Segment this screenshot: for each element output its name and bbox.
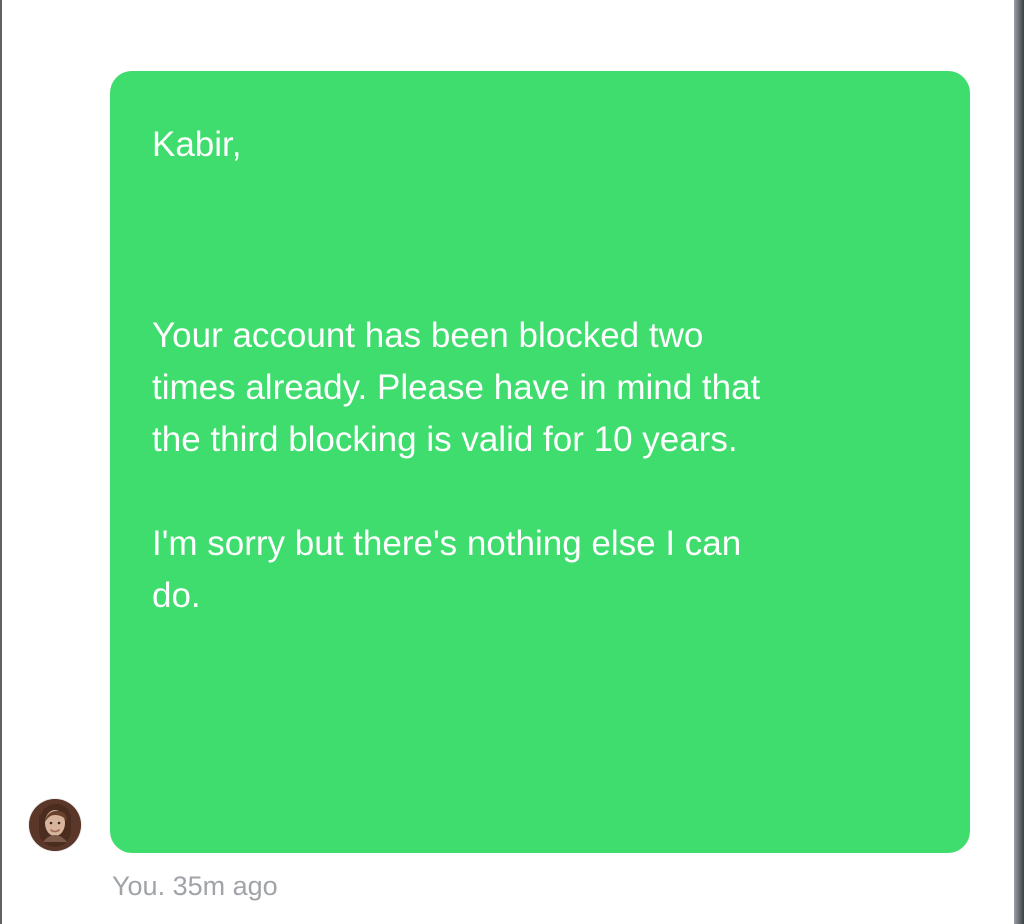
message-line: times already. Please have in mind that bbox=[152, 368, 761, 407]
message-bubble: Kabir, Your account has been blocked two… bbox=[110, 71, 970, 853]
left-frame-edge bbox=[0, 0, 2, 924]
message-line: do. bbox=[152, 576, 201, 615]
message-line: the third blocking is valid for 10 years… bbox=[152, 420, 738, 459]
message-paragraph-warning: Your account has been blocked two times … bbox=[152, 310, 930, 466]
message-paragraph-apology: I'm sorry but there's nothing else I can… bbox=[152, 518, 930, 622]
profile-avatar-svg bbox=[29, 799, 81, 851]
message-line: I'm sorry but there's nothing else I can bbox=[152, 524, 742, 563]
message-timestamp: You. 35m ago bbox=[112, 871, 278, 901]
profile-avatar-icon bbox=[29, 799, 81, 851]
message-greeting: Kabir, bbox=[152, 125, 242, 164]
message-line: Your account has been blocked two bbox=[152, 316, 704, 355]
right-frame-edge bbox=[1014, 0, 1024, 924]
